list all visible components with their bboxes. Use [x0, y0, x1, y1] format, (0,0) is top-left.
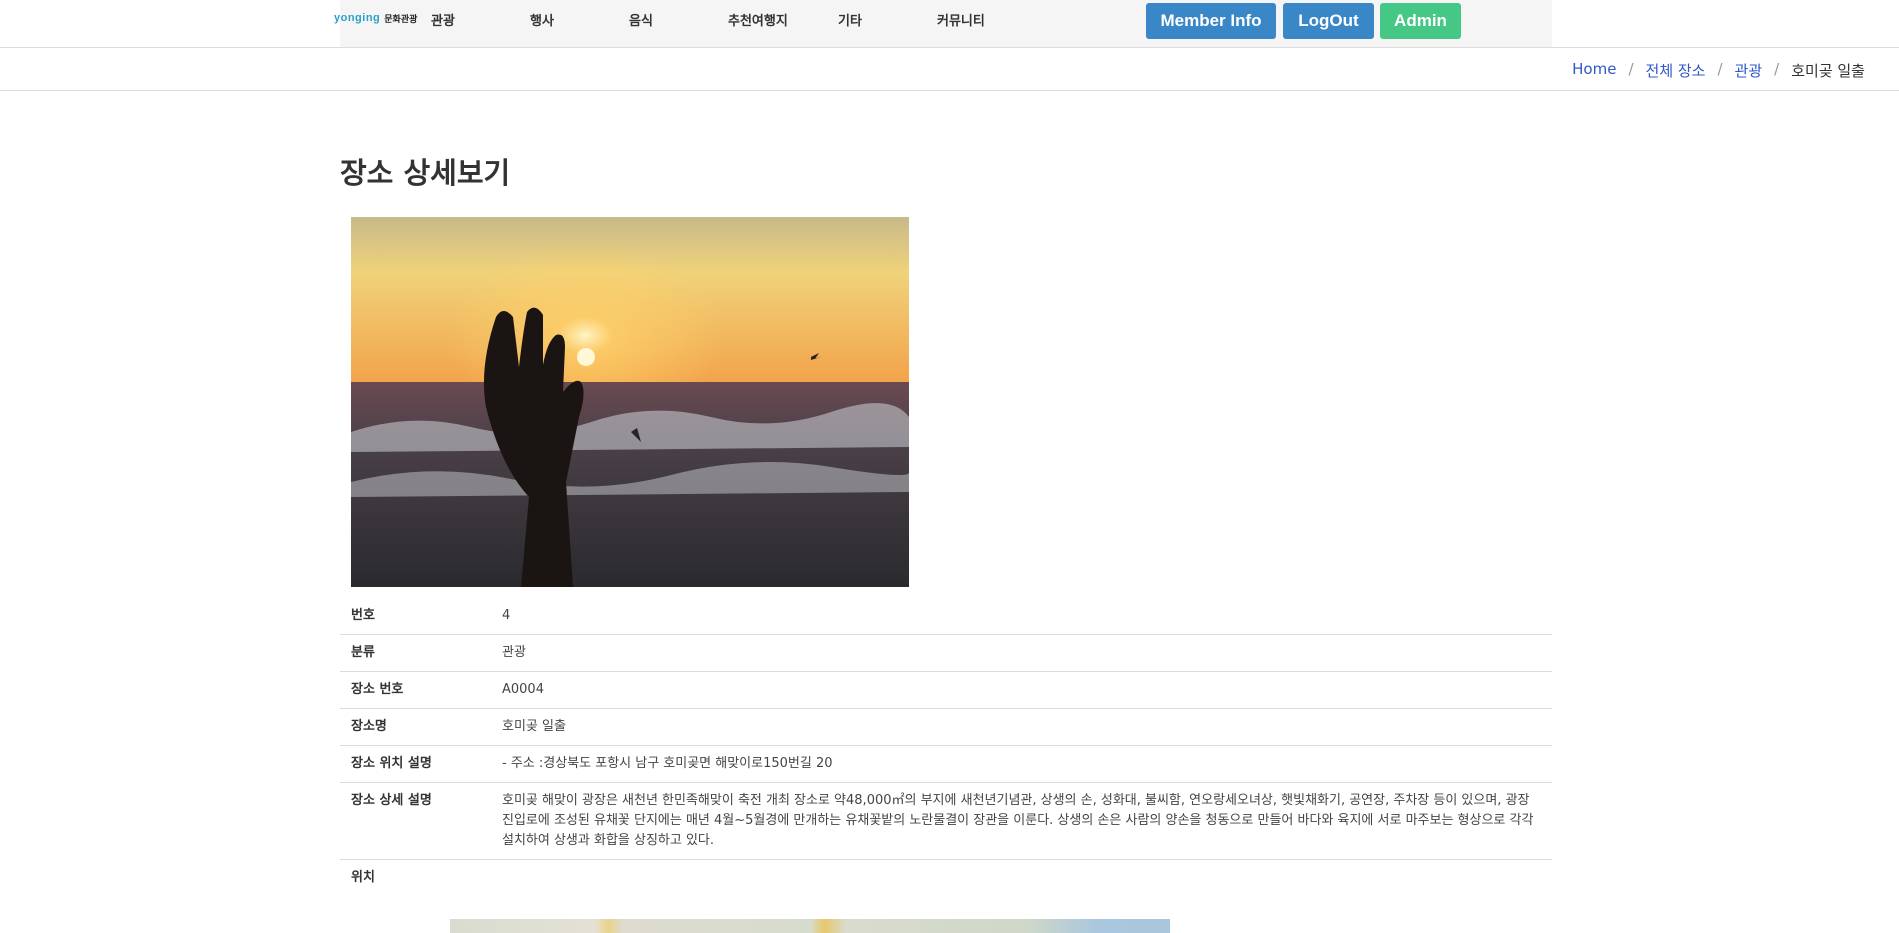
row-value-place-code: A0004 — [502, 671, 1552, 709]
table-row: 위치 — [340, 860, 1552, 897]
breadcrumb-all-places[interactable]: 전체 장소 — [1646, 60, 1706, 81]
row-label-location: 위치 — [351, 870, 375, 885]
logo-name: 문화관광 — [384, 14, 418, 25]
menu-item-recommended[interactable]: 추천여행지 — [728, 10, 788, 29]
table-row: 장소 번호 A0004 — [340, 671, 1552, 709]
breadcrumb-category[interactable]: 관광 — [1735, 60, 1763, 81]
row-label-number: 번호 — [340, 598, 502, 635]
breadcrumb-current: 호미곶 일출 — [1791, 62, 1865, 80]
page-title: 장소 상세보기 — [340, 156, 511, 190]
breadcrumb-bar: Home / 전체 장소 / 관광 / 호미곶 일출 — [0, 48, 1899, 91]
row-value-number: 4 — [502, 598, 1552, 635]
row-label-category: 분류 — [340, 634, 502, 672]
table-row: 장소명 호미곶 일출 — [340, 708, 1552, 746]
menu-item-etc[interactable]: 기타 — [838, 10, 862, 29]
row-label-place-code: 장소 번호 — [340, 671, 502, 709]
location-map[interactable] — [450, 919, 1170, 933]
table-row: 장소 상세 설명 호미곶 해맞이 광장은 새천년 한민족해맞이 축전 개최 장소… — [340, 782, 1552, 860]
place-photo — [351, 217, 909, 587]
row-value-detail-desc: 호미곶 해맞이 광장은 새천년 한민족해맞이 축전 개최 장소로 약48,000… — [502, 782, 1552, 860]
row-label-detail-desc: 장소 상세 설명 — [340, 782, 502, 860]
menu-item-tourism[interactable]: 관광 — [431, 10, 455, 29]
table-row: 장소 위치 설명 - 주소 :경상북도 포항시 남구 호미곶면 해맞이로150번… — [340, 745, 1552, 783]
row-value-location — [502, 860, 1552, 897]
row-value-location-desc: - 주소 :경상북도 포항시 남구 호미곶면 해맞이로150번길 20 — [502, 745, 1552, 783]
breadcrumb-separator: / — [1717, 60, 1723, 78]
table-row: 분류 관광 — [340, 634, 1552, 672]
table-row: 번호 4 — [340, 598, 1552, 635]
admin-button[interactable]: Admin — [1380, 3, 1461, 39]
row-label-location-desc: 장소 위치 설명 — [340, 745, 502, 783]
menu-item-community[interactable]: 커뮤니티 — [937, 10, 985, 29]
breadcrumb-separator: / — [1628, 60, 1634, 78]
row-label-place-name: 장소명 — [340, 708, 502, 746]
menu-item-food[interactable]: 음식 — [629, 10, 653, 29]
logout-button[interactable]: LogOut — [1283, 3, 1374, 39]
site-logo[interactable]: yonging 문화관광 — [334, 9, 417, 27]
logo-mark: yonging — [334, 12, 381, 24]
row-value-category: 관광 — [502, 634, 1552, 672]
breadcrumb-separator: / — [1774, 60, 1780, 78]
place-detail-table: 번호 4 분류 관광 장소 번호 A0004 장소명 호미곶 일출 장소 위치 … — [340, 598, 1552, 896]
breadcrumb-home[interactable]: Home — [1572, 60, 1616, 81]
row-value-place-name: 호미곶 일출 — [502, 708, 1552, 746]
menu-item-events[interactable]: 행사 — [530, 10, 554, 29]
member-info-button[interactable]: Member Info — [1146, 3, 1276, 39]
breadcrumb: Home / 전체 장소 / 관광 / 호미곶 일출 — [1572, 60, 1865, 81]
